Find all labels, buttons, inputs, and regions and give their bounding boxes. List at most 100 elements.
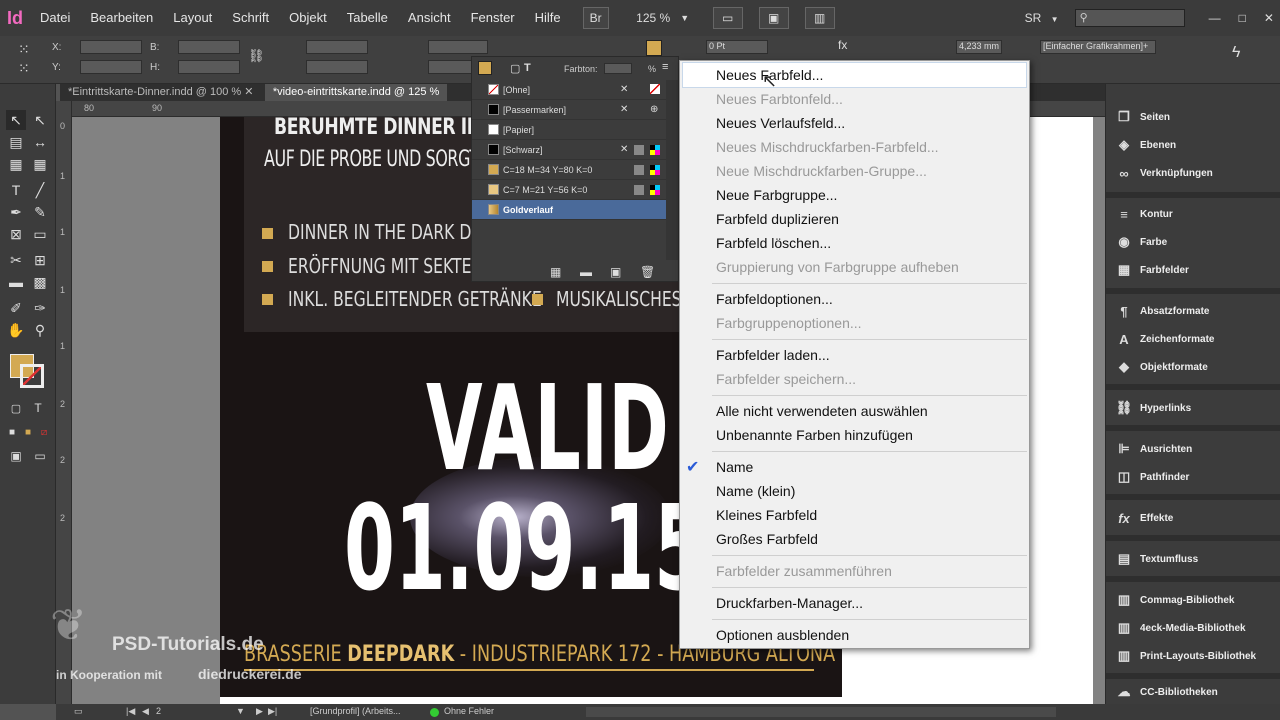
reference-point-icon[interactable]: ⁙ — [18, 41, 30, 58]
reference-point-icon[interactable]: ⁙ — [18, 60, 30, 77]
size-field[interactable]: 4,233 mm — [956, 40, 1002, 54]
panel-cc-bibliotheken[interactable]: ☁ CC-Bibliotheken — [1106, 681, 1280, 703]
menu-view-name-small[interactable]: Name (klein) — [716, 483, 795, 499]
panel-4eck-media-bibliothek[interactable]: ▥ 4eck-Media-Bibliothek — [1106, 614, 1280, 642]
page-tool-icon[interactable]: ▤ — [6, 132, 26, 152]
show-all-swatches-icon[interactable]: ▦ — [550, 265, 561, 279]
menu-swatch-options[interactable]: Farbfeldoptionen... — [716, 291, 833, 307]
search-input[interactable]: ⚲ — [1074, 9, 1185, 27]
menu-duplicate-swatch[interactable]: Farbfeld duplizieren — [716, 211, 839, 227]
content-collector-icon[interactable]: ▦ — [6, 154, 26, 174]
width-field[interactable] — [178, 40, 240, 54]
preview-mode-icon[interactable]: ▭ — [30, 446, 50, 466]
swatch-row[interactable]: C=18 M=34 Y=80 K=0 — [472, 160, 666, 180]
menu-new-color-group[interactable]: Neue Farbgruppe... — [716, 187, 837, 203]
panel-farbe[interactable]: ◉ Farbe — [1106, 228, 1280, 256]
container-icon[interactable]: ▢ — [510, 62, 520, 75]
menu-view-small-swatch[interactable]: Kleines Farbfeld — [716, 507, 817, 523]
selection-tool-icon[interactable]: ↖ — [6, 110, 26, 130]
close-icon[interactable]: ✕ — [1264, 11, 1274, 25]
panel-zeichenformate[interactable]: A Zeichenformate — [1106, 325, 1280, 353]
y-field[interactable] — [80, 60, 142, 74]
panel-effekte[interactable]: fx Effekte — [1106, 504, 1280, 532]
panel-ebenen[interactable]: ◈ Ebenen — [1106, 131, 1280, 159]
scissors-tool-icon[interactable]: ✂ — [6, 250, 26, 270]
next-page-icon[interactable]: ▶ — [256, 706, 263, 717]
profile-select[interactable]: [Grundprofil] (Arbeits... — [310, 706, 401, 716]
direct-selection-tool-icon[interactable]: ↖ — [30, 110, 50, 130]
menu-schrift[interactable]: Schrift — [222, 0, 279, 36]
panel-kontur[interactable]: ≡ Kontur — [1106, 200, 1280, 228]
zoom-tool-icon[interactable]: ⚲ — [30, 320, 50, 340]
menu-view-large-swatch[interactable]: Großes Farbfeld — [716, 531, 818, 547]
line-tool-icon[interactable]: ╱ — [30, 180, 50, 200]
swatches-scrollbar[interactable] — [666, 80, 678, 260]
x-field[interactable] — [80, 40, 142, 54]
formatting-text-icon[interactable]: T — [28, 398, 48, 418]
rectangle-tool-icon[interactable]: ▭ — [30, 224, 50, 244]
rectangle-frame-tool-icon[interactable]: ⊠ — [6, 224, 26, 244]
panel-objektformate[interactable]: ◆ Objektformate — [1106, 353, 1280, 381]
normal-view-icon[interactable]: ▣ — [6, 446, 26, 466]
stroke-color-swatch[interactable] — [20, 364, 44, 388]
pen-tool-icon[interactable]: ✒ — [6, 202, 26, 222]
menu-datei[interactable]: Datei — [30, 0, 80, 36]
fill-stroke-toggle[interactable] — [478, 61, 492, 75]
panel-textumfluss[interactable]: ▤ Textumfluss — [1106, 545, 1280, 573]
arrange-documents-icon[interactable]: ▥ — [804, 7, 835, 29]
first-page-icon[interactable]: |◀ — [126, 706, 135, 717]
panel-pathfinder[interactable]: ◫ Pathfinder — [1106, 463, 1280, 491]
content-placer-icon[interactable]: ▦ — [30, 154, 50, 174]
type-tool-icon[interactable]: T — [6, 180, 26, 200]
constrain-proportions-icon[interactable]: ⛓ — [248, 48, 265, 64]
fill-swatch[interactable] — [646, 40, 662, 56]
tab-eintrittskarte-dinner[interactable]: *Eintrittskarte-Dinner.indd @ 100 % ✕ — [60, 84, 261, 101]
menu-add-unnamed-colors[interactable]: Unbenannte Farben hinzufügen — [716, 427, 913, 443]
menu-layout[interactable]: Layout — [163, 0, 222, 36]
screen-mode-icon[interactable]: ▣ — [758, 7, 789, 29]
view-options-icon[interactable]: ▭ — [712, 7, 743, 29]
new-swatch-icon[interactable]: ▣ — [610, 265, 621, 279]
bridge-button[interactable]: Br — [582, 7, 609, 29]
close-icon[interactable]: ✕ — [244, 86, 253, 98]
scale-x-field[interactable] — [306, 40, 368, 54]
stroke-weight-field[interactable]: 0 Pt — [706, 40, 768, 54]
panel-menu-icon[interactable]: ≡ — [662, 61, 668, 73]
gradient-swatch-tool-icon[interactable]: ▬ — [6, 272, 26, 292]
height-field[interactable] — [178, 60, 240, 74]
lightning-icon[interactable]: ϟ — [1232, 44, 1240, 62]
menu-ansicht[interactable]: Ansicht — [398, 0, 461, 36]
horizontal-scrollbar[interactable] — [586, 707, 1056, 717]
menu-fenster[interactable]: Fenster — [461, 0, 525, 36]
panel-ausrichten[interactable]: ⊫ Ausrichten — [1106, 435, 1280, 463]
menu-bearbeiten[interactable]: Bearbeiten — [80, 0, 163, 36]
page-view-icon[interactable]: ▭ — [74, 706, 83, 717]
swatch-row[interactable]: [Papier] — [472, 120, 666, 140]
swatch-row-selected[interactable]: Goldverlauf — [472, 200, 666, 220]
new-color-group-icon[interactable]: ▬ — [580, 265, 592, 279]
previous-page-icon[interactable]: ◀ — [142, 706, 149, 717]
menu-new-gradient-swatch[interactable]: Neues Verlaufsfeld... — [716, 115, 845, 131]
zoom-select[interactable]: 125 % ▼ — [631, 7, 695, 29]
chevron-down-icon[interactable]: ▼ — [236, 706, 245, 716]
free-transform-tool-icon[interactable]: ⊞ — [30, 250, 50, 270]
swatch-row[interactable]: C=7 M=21 Y=56 K=0 — [472, 180, 666, 200]
menu-ink-manager[interactable]: Druckfarben-Manager... — [716, 595, 863, 611]
object-style-select[interactable]: [Einfacher Grafikrahmen]+ — [1040, 40, 1156, 54]
preflight-status[interactable]: Ohne Fehler — [444, 706, 494, 716]
menu-hilfe[interactable]: Hilfe — [525, 0, 571, 36]
text-icon[interactable]: T — [524, 62, 531, 74]
menu-hide-options[interactable]: Optionen ausblenden — [716, 627, 849, 643]
note-tool-icon[interactable]: ✐ — [6, 298, 26, 318]
menu-load-swatches[interactable]: Farbfelder laden... — [716, 347, 830, 363]
formatting-container-icon[interactable]: ▢ — [6, 398, 26, 418]
panel-print-layouts-bibliothek[interactable]: ▥ Print-Layouts-Bibliothek — [1106, 642, 1280, 670]
hand-tool-icon[interactable]: ✋ — [6, 320, 26, 340]
panel-seiten[interactable]: ❐ Seiten — [1106, 103, 1280, 131]
panel-commag-bibliothek[interactable]: ▥ Commag-Bibliothek — [1106, 586, 1280, 614]
last-page-icon[interactable]: ▶| — [268, 706, 277, 717]
panel-hyperlinks[interactable]: ⛓ Hyperlinks — [1106, 394, 1280, 422]
pencil-tool-icon[interactable]: ✎ — [30, 202, 50, 222]
effects-fx-icon[interactable]: fx — [838, 38, 847, 52]
page-number[interactable]: 2 — [156, 706, 161, 716]
